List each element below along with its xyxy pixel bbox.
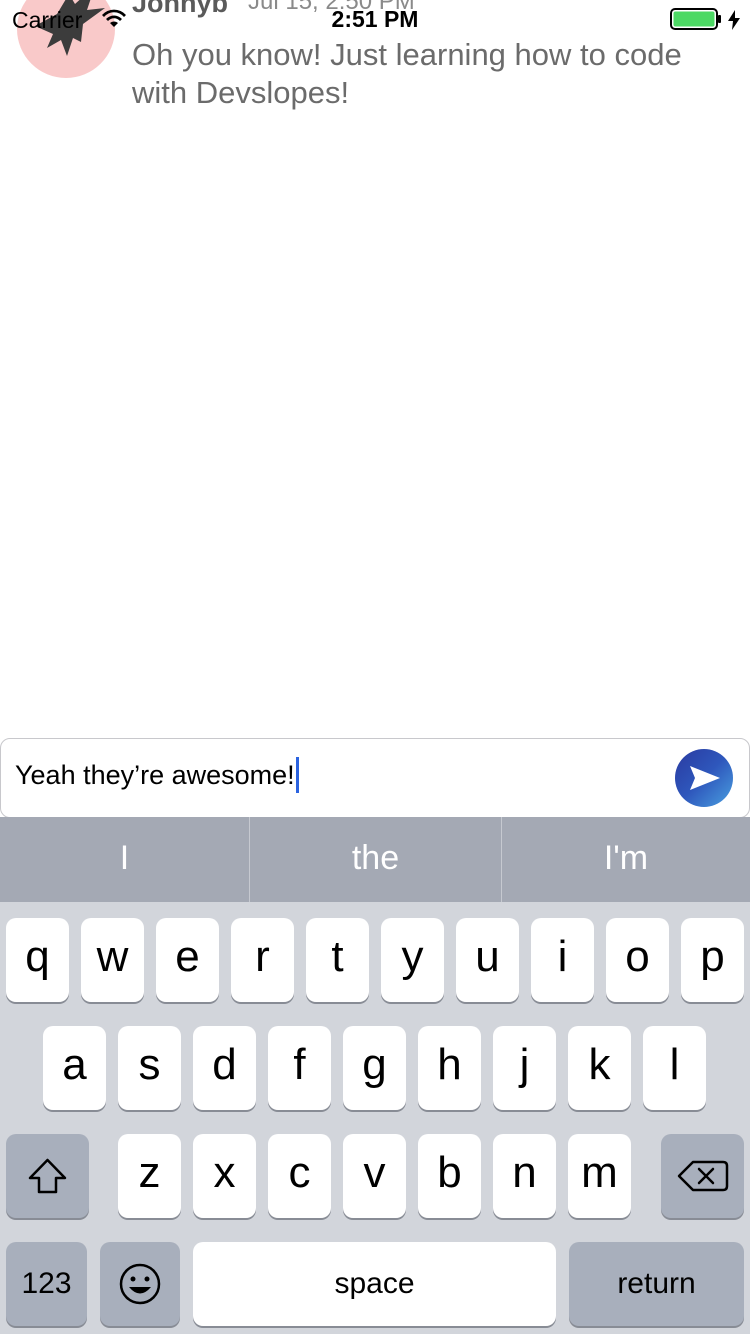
prediction-bar: I the I'm <box>0 817 750 902</box>
battery-icon <box>670 8 721 30</box>
key-a[interactable]: a <box>43 1026 106 1110</box>
status-time: 2:51 PM <box>331 6 419 32</box>
key-f[interactable]: f <box>268 1026 331 1110</box>
key-s[interactable]: s <box>118 1026 181 1110</box>
key-w[interactable]: w <box>81 918 144 1002</box>
message-body: Oh you know! Just learning how to code w… <box>132 37 682 110</box>
key-r[interactable]: r <box>231 918 294 1002</box>
prediction-3[interactable]: I'm <box>502 817 750 902</box>
key-x[interactable]: x <box>193 1134 256 1218</box>
numbers-key[interactable]: 123 <box>6 1242 87 1326</box>
key-j[interactable]: j <box>493 1026 556 1110</box>
key-h[interactable]: h <box>418 1026 481 1110</box>
return-key[interactable]: return <box>569 1242 744 1326</box>
send-button[interactable] <box>675 749 733 807</box>
shift-icon <box>28 1158 67 1194</box>
key-q[interactable]: q <box>6 918 69 1002</box>
key-v[interactable]: v <box>343 1134 406 1218</box>
emoji-icon <box>119 1263 161 1305</box>
key-m[interactable]: m <box>568 1134 631 1218</box>
delete-key[interactable] <box>661 1134 744 1218</box>
key-c[interactable]: c <box>268 1134 331 1218</box>
key-l[interactable]: l <box>643 1026 706 1110</box>
key-d[interactable]: d <box>193 1026 256 1110</box>
prediction-2[interactable]: the <box>250 817 501 902</box>
send-icon <box>690 766 720 790</box>
key-e[interactable]: e <box>156 918 219 1002</box>
key-n[interactable]: n <box>493 1134 556 1218</box>
key-t[interactable]: t <box>306 918 369 1002</box>
text-caret <box>295 757 299 793</box>
key-k[interactable]: k <box>568 1026 631 1110</box>
shift-key[interactable] <box>6 1134 89 1218</box>
key-b[interactable]: b <box>418 1134 481 1218</box>
prediction-1[interactable]: I <box>0 817 249 902</box>
space-key[interactable]: space <box>193 1242 556 1326</box>
key-p[interactable]: p <box>681 918 744 1002</box>
key-y[interactable]: y <box>381 918 444 1002</box>
charging-icon <box>728 10 740 30</box>
message-input[interactable]: Yeah they’re awesome! <box>15 757 299 795</box>
key-i[interactable]: i <box>531 918 594 1002</box>
emoji-key[interactable] <box>100 1242 180 1326</box>
message-input-text: Yeah they’re awesome! <box>15 760 295 791</box>
delete-icon <box>677 1160 729 1192</box>
key-u[interactable]: u <box>456 918 519 1002</box>
message-input-bar: Yeah they’re awesome! <box>0 738 750 818</box>
key-z[interactable]: z <box>118 1134 181 1218</box>
key-g[interactable]: g <box>343 1026 406 1110</box>
key-o[interactable]: o <box>606 918 669 1002</box>
